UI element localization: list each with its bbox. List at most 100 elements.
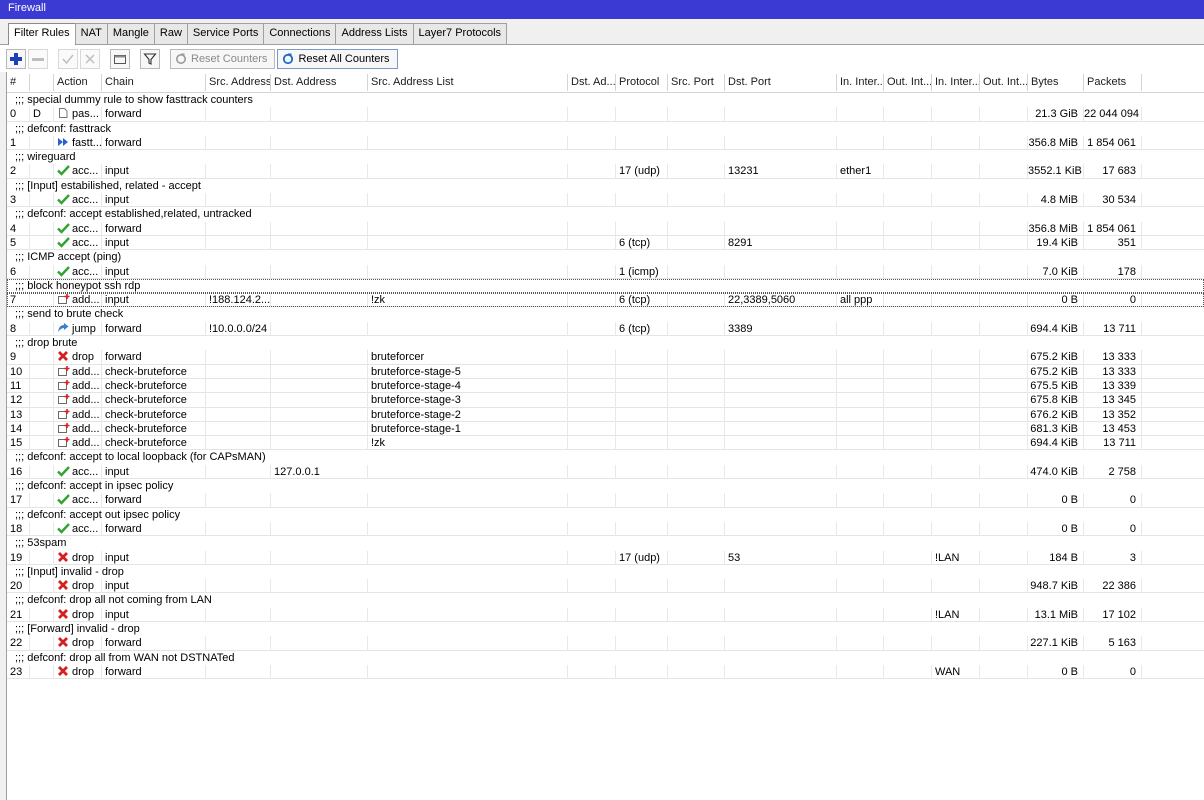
action-label: drop [72,665,95,678]
col-in-interface-header[interactable]: In. Inter... [837,74,884,91]
col-out-interface-list-cell [980,664,1028,680]
rule-comment[interactable]: ;;; defconf: accept out ipsec policy [7,508,1204,522]
tab-address-lists[interactable]: Address Lists [335,23,414,44]
table-row[interactable]: 13 add... check-bruteforce bruteforce-stage… [7,407,1204,422]
tab-service-ports[interactable]: Service Ports [186,23,265,44]
table-row[interactable]: 14 add... check-bruteforce bruteforce-stage… [7,421,1204,437]
col-src-address-list-cell: bruteforce-stage-5 [368,364,568,379]
col-in-interface-cell [837,235,884,251]
table-row[interactable]: 20 drop input 948.7 KiB 22 386 [7,579,1204,594]
col-in-interface-cell [837,107,884,122]
rule-comment[interactable]: ;;; defconf: drop all not coming from LA… [7,593,1204,607]
col-dst-address-list-header[interactable]: Dst. Ad... [568,74,616,91]
col-protocol-cell [616,521,668,537]
table-row[interactable]: 5 acc... input 6 (tcp) 8291 19.4 KiB 351 [7,235,1204,251]
col-in-interface-list-header[interactable]: In. Inter... [932,74,980,91]
col-src-address-list-cell: bruteforce-stage-1 [368,421,568,437]
rule-comment[interactable]: ;;; defconf: accept to local loopback (f… [7,450,1204,464]
table-row[interactable]: 4 acc... forward 356.8 MiB 1 854 061 [7,221,1204,236]
tab-connections[interactable]: Connections [263,23,337,44]
reset-all-counters-button[interactable]: Reset All Counters [277,48,398,69]
rule-comment[interactable]: ;;; [Input] estabilished, related - acce… [7,179,1204,193]
add-to-list-icon [57,436,70,448]
disable-button[interactable] [80,48,100,69]
col-dst-address-header[interactable]: Dst. Address [271,74,368,91]
table-row[interactable]: 8 jump forward !10.0.0.0/24 6 (tcp) 3389 694.4… [7,321,1204,337]
tab-mangle[interactable]: Mangle [106,23,155,44]
rule-comment[interactable]: ;;; send to brute check [7,307,1204,321]
col-flags-header[interactable] [30,74,54,91]
tab-nat[interactable]: NAT [74,23,108,44]
table-row[interactable]: 12 add... check-bruteforce bruteforce-stage… [7,393,1204,408]
rule-comment[interactable]: ;;; wireguard [7,150,1204,164]
col-protocol-header[interactable]: Protocol [616,74,668,91]
col-dst-address-list-cell [568,193,616,208]
col-bytes-cell: 474.0 KiB [1028,464,1084,480]
table-row[interactable]: 17 acc... forward 0 B0 [7,493,1204,508]
table-row[interactable]: 10 add... check-bruteforce bruteforce-stage… [7,364,1204,379]
rule-comment[interactable]: ;;; [Input] invalid - drop [7,565,1204,579]
filter-button[interactable] [140,48,160,69]
add-button[interactable] [6,48,26,69]
rule-comment[interactable]: ;;; drop brute [7,336,1204,350]
table-row[interactable]: 18 acc... forward 0 B0 [7,521,1204,537]
table-row[interactable]: 21 drop input !LAN 13.1 MiB 17 102 [7,607,1204,622]
table-row[interactable]: 3 acc... input 4.8 MiB 30 534 [7,193,1204,208]
col-out-interface-list-header[interactable]: Out. Int... [980,74,1028,91]
rule-comment[interactable]: ;;; special dummy rule to show fasttrack… [7,93,1204,107]
col-src-address-header[interactable]: Src. Address [206,74,271,91]
col-dst-address-list-cell [568,550,616,565]
table-row[interactable]: 23 drop forward WAN 0 B0 [7,664,1204,680]
col-flags-cell [30,493,54,508]
tab-layer7-protocols[interactable]: Layer7 Protocols [412,23,508,44]
col-number-cell: 4 [7,221,30,236]
col-packets-header[interactable]: Packets [1084,74,1142,91]
col-bytes-cell: 21.3 GiB [1028,107,1084,122]
col-number-header[interactable]: # [7,74,30,91]
table-row[interactable]: 0 Dpas... forward 21.3 GiB 22 044 094 [7,107,1204,122]
table-row[interactable]: 2 acc... input 17 (udp) 13231 ether1 3552.1 Ki… [7,164,1204,179]
col-bytes-cell: 948.7 KiB [1028,579,1084,594]
table-row[interactable]: 16 acc... input 127.0.0.1 474.0 KiB 2 758 [7,464,1204,480]
col-number-cell: 9 [7,350,30,365]
rule-comment[interactable]: ;;; defconf: accept in ipsec policy [7,479,1204,493]
col-out-interface-header[interactable]: Out. Int... [884,74,932,91]
col-src-address-cell [206,550,271,565]
rule-comment[interactable]: ;;; ICMP accept (ping) [7,250,1204,264]
col-dst-port-header[interactable]: Dst. Port [725,74,837,91]
col-dst-address-cell [271,293,368,308]
rule-comment[interactable]: ;;; [Forward] invalid - drop [7,622,1204,636]
col-src-address-list-header[interactable]: Src. Address List [368,74,568,91]
add-to-list-icon [57,293,70,305]
col-src-address-list-cell [368,135,568,151]
col-bytes-header[interactable]: Bytes [1028,74,1084,91]
table-row[interactable]: 22 drop forward 227.1 KiB 5 163 [7,636,1204,651]
rule-comment[interactable]: ;;; defconf: drop all from WAN not DSTNA… [7,651,1204,665]
col-number-cell: 13 [7,407,30,422]
table-row[interactable]: 11 add... check-bruteforce bruteforce-stage… [7,378,1204,394]
col-src-port-header[interactable]: Src. Port [668,74,725,91]
rule-comment[interactable]: ;;; 53spam [7,536,1204,550]
reset-counters-button[interactable]: Reset Counters [170,48,276,69]
enable-button[interactable] [58,48,78,69]
col-chain-header[interactable]: Chain [102,74,206,91]
table-row[interactable]: 1 fastt... forward 356.8 MiB 1 854 061 [7,135,1204,151]
table-row[interactable]: 15 add... check-bruteforce !zk 694.4 KiB 13 7… [7,436,1204,451]
col-bytes-cell: 3552.1 KiB [1028,164,1084,179]
rule-comment[interactable]: ;;; defconf: fasttrack [7,122,1204,136]
col-out-interface-cell [884,636,932,651]
table-row[interactable]: 9 drop forward bruteforcer 675.2 KiB 13 333 [7,350,1204,365]
rule-comment[interactable]: ;;; defconf: accept established,related,… [7,207,1204,221]
accept-icon [57,522,70,534]
col-protocol-cell: 6 (tcp) [616,321,668,337]
table-row[interactable]: 6 acc... input 1 (icmp) 7.0 KiB 178 [7,264,1204,279]
table-row[interactable]: 7 add... input !188.124.2... !zk 6 (tcp) 22,33… [7,293,1204,308]
col-action-header[interactable]: Action [54,74,102,91]
comment-button[interactable] [110,48,130,69]
rule-comment[interactable]: ;;; block honeypot ssh rdp [7,278,1204,294]
col-src-address-cell [206,393,271,408]
table-row[interactable]: 19 drop input 17 (udp) 53 !LAN 184 B3 [7,550,1204,565]
remove-button[interactable] [28,48,48,69]
tab-raw[interactable]: Raw [153,23,188,44]
tab-filter-rules[interactable]: Filter Rules [8,23,76,45]
